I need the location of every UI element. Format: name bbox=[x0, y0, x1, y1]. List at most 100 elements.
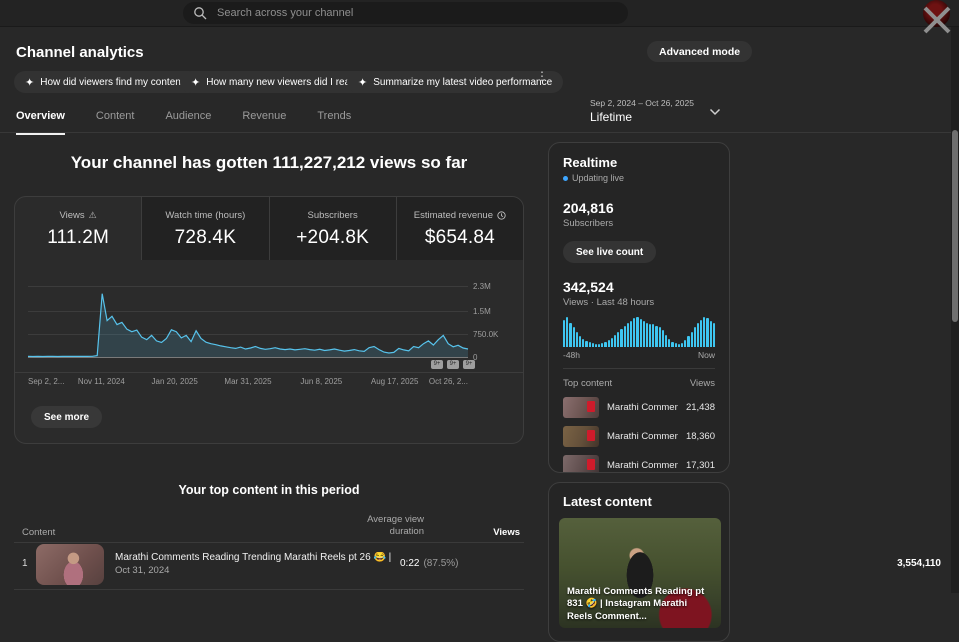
x-cursor-icon bbox=[919, 2, 955, 38]
realtime-axis: -48h Now bbox=[563, 350, 715, 369]
video-title: Marathi Comments Rea... bbox=[607, 402, 678, 413]
metric-value: 111.2M bbox=[15, 227, 141, 249]
realtime-bar bbox=[620, 329, 622, 347]
y-tick-label: 2.3M bbox=[473, 282, 491, 291]
x-tick-label: Jun 8, 2025 bbox=[300, 377, 342, 386]
y-tick-label: 750.0K bbox=[473, 330, 498, 339]
video-title[interactable]: Marathi Comments Reading Trending Marath… bbox=[115, 552, 393, 563]
realtime-views-value: 342,524 bbox=[563, 279, 715, 295]
realtime-bar bbox=[636, 317, 638, 347]
metric-label: Subscribers bbox=[308, 210, 358, 221]
realtime-bar bbox=[576, 332, 578, 347]
realtime-bar bbox=[687, 336, 689, 347]
views-cell: 3,554,110 bbox=[897, 558, 941, 569]
annotation-marker[interactable]: 9+ bbox=[447, 360, 459, 369]
realtime-bar bbox=[633, 318, 635, 347]
realtime-bar bbox=[592, 343, 594, 347]
realtime-bar bbox=[681, 343, 683, 347]
search-input[interactable] bbox=[183, 2, 628, 24]
axis-start-label: -48h bbox=[563, 350, 580, 360]
realtime-bar bbox=[646, 323, 648, 347]
sparkle-icon: ✦ bbox=[358, 76, 367, 89]
scrollbar-thumb[interactable] bbox=[952, 130, 958, 322]
metric-label: Estimated revenue bbox=[414, 210, 493, 221]
annotation-marker[interactable]: 9+ bbox=[431, 360, 443, 369]
realtime-bar bbox=[655, 326, 657, 347]
duration-value: 0:22 bbox=[400, 558, 419, 569]
metric-value: $654.84 bbox=[397, 227, 523, 249]
realtime-bar bbox=[710, 321, 712, 347]
video-thumbnail[interactable] bbox=[36, 544, 104, 585]
realtime-bar bbox=[601, 343, 603, 347]
realtime-bar-chart[interactable] bbox=[563, 317, 715, 347]
top-content-row[interactable]: Marathi Comments Rea... 21,438 bbox=[563, 397, 715, 418]
x-axis-line bbox=[15, 372, 523, 373]
realtime-bar bbox=[697, 323, 699, 347]
realtime-bar bbox=[595, 344, 597, 347]
date-range-picker[interactable]: Sep 2, 2024 – Oct 26, 2025 Lifetime bbox=[590, 98, 694, 124]
realtime-bar bbox=[659, 327, 661, 347]
x-tick-label: Mar 31, 2025 bbox=[224, 377, 271, 386]
top-content-row[interactable]: Marathi Comments Rea... 18,360 bbox=[563, 426, 715, 447]
sparkle-icon: ✦ bbox=[191, 76, 200, 89]
avatar[interactable] bbox=[923, 0, 950, 27]
updating-live-status: Updating live bbox=[563, 173, 715, 183]
realtime-bar bbox=[604, 342, 606, 347]
sparkle-icon: ✦ bbox=[25, 76, 34, 89]
video-thumbnail bbox=[563, 397, 599, 418]
chart-annotation-markers: 9+ 9+ 9+ bbox=[431, 360, 475, 369]
realtime-bar bbox=[582, 339, 584, 347]
see-live-count-button[interactable]: See live count bbox=[563, 241, 656, 263]
updating-live-label: Updating live bbox=[572, 173, 624, 183]
latest-content-title: Latest content bbox=[559, 494, 719, 509]
video-title: Marathi Comments Rea... bbox=[607, 431, 678, 442]
realtime-subscribers-label: Subscribers bbox=[563, 218, 715, 229]
realtime-bar bbox=[640, 319, 642, 347]
metric-value: +204.8K bbox=[270, 227, 396, 249]
metric-tab-views[interactable]: Views⚠ 111.2M bbox=[15, 197, 141, 260]
top-content-row[interactable]: Marathi Comments Rea... 17,301 bbox=[563, 455, 715, 473]
y-tick-label: 0 bbox=[473, 353, 477, 362]
top-content-section-title: Your top content in this period bbox=[14, 483, 524, 497]
metric-tab-estimated-revenue[interactable]: Estimated revenue $654.84 bbox=[396, 197, 523, 260]
realtime-bar bbox=[713, 323, 715, 347]
realtime-bar bbox=[703, 317, 705, 347]
reel-badge-icon bbox=[587, 401, 595, 412]
realtime-bar bbox=[608, 340, 610, 347]
latest-video-thumbnail[interactable]: Marathi Comments Reading pt 831 🤣 | Inst… bbox=[559, 518, 721, 628]
realtime-title: Realtime bbox=[563, 155, 715, 170]
metric-tab-watch-time[interactable]: Watch time (hours) 728.4K bbox=[141, 197, 268, 260]
realtime-bar bbox=[598, 344, 600, 347]
chart-see-more-button[interactable]: See more bbox=[31, 406, 102, 428]
realtime-bar bbox=[573, 327, 575, 347]
views-line-chart[interactable] bbox=[28, 286, 468, 357]
chip-summarize-latest-video[interactable]: ✦ Summarize my latest video performance bbox=[347, 71, 563, 93]
warning-triangle-icon: ⚠ bbox=[89, 210, 97, 221]
table-header: Content Average view duration Views bbox=[14, 508, 524, 542]
realtime-bar bbox=[665, 335, 667, 347]
chip-label: How did viewers find my content? bbox=[40, 77, 189, 88]
views-column-label: Views bbox=[690, 378, 715, 389]
realtime-bar bbox=[700, 320, 702, 347]
advanced-mode-button[interactable]: Advanced mode bbox=[647, 41, 752, 62]
metric-tab-subscribers[interactable]: Subscribers +204.8K bbox=[269, 197, 396, 260]
video-views: 21,438 bbox=[686, 402, 715, 413]
y-tick-label: 1.5M bbox=[473, 307, 491, 316]
gridline bbox=[28, 357, 468, 358]
realtime-bar bbox=[671, 342, 673, 347]
realtime-card: Realtime Updating live 204,816 Subscribe… bbox=[548, 142, 730, 473]
scrollbar-track[interactable] bbox=[951, 0, 959, 593]
chip-how-did-viewers-find[interactable]: ✦ How did viewers find my content? bbox=[14, 71, 200, 93]
column-content[interactable]: Content bbox=[22, 527, 55, 538]
latest-video-caption: Marathi Comments Reading pt 831 🤣 | Inst… bbox=[567, 586, 713, 624]
column-views[interactable]: Views bbox=[493, 527, 520, 538]
realtime-bar bbox=[678, 344, 680, 347]
realtime-bar bbox=[691, 332, 693, 347]
column-average-view-duration[interactable]: Average view duration bbox=[354, 514, 424, 538]
chip-label: Summarize my latest video performance bbox=[373, 77, 552, 88]
realtime-bar bbox=[579, 336, 581, 347]
reel-badge-icon bbox=[587, 430, 595, 441]
video-thumbnail bbox=[563, 455, 599, 473]
latest-content-card: Latest content Marathi Comments Reading … bbox=[548, 482, 730, 642]
chips-overflow-menu-icon[interactable]: ⋮ bbox=[536, 73, 548, 79]
